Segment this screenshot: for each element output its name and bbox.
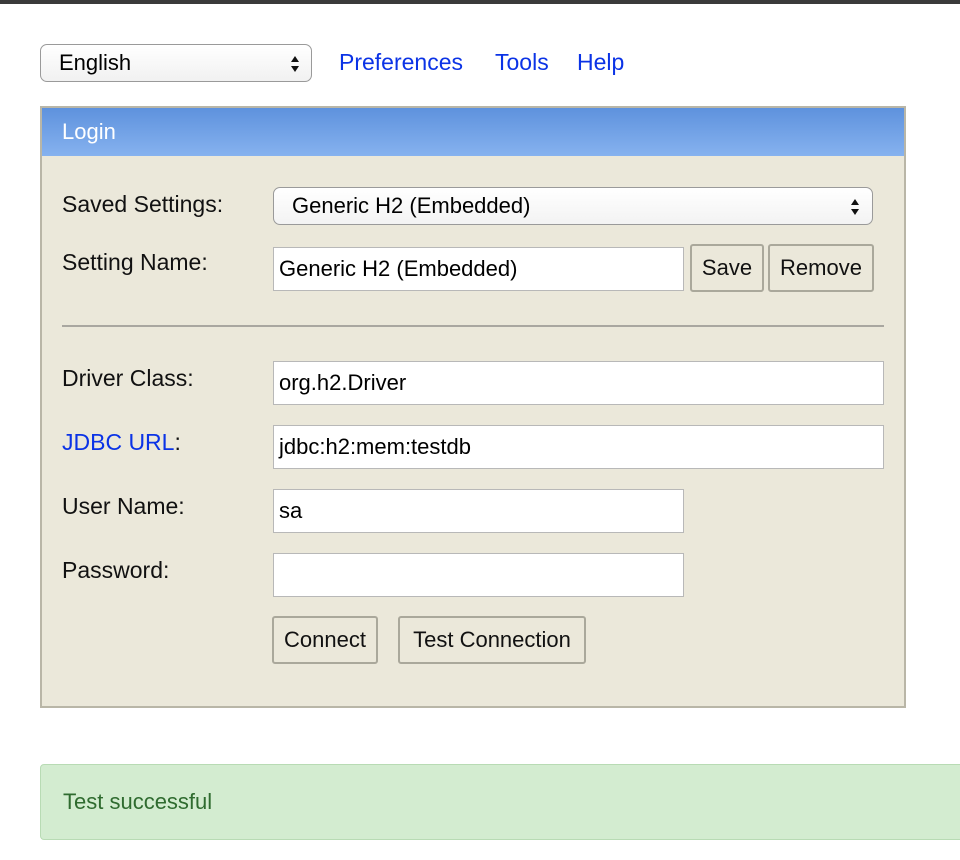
driver-class-input[interactable]: org.h2.Driver: [273, 361, 884, 405]
remove-button[interactable]: Remove: [768, 244, 874, 292]
status-message: Test successful: [40, 764, 960, 840]
tools-link[interactable]: Tools: [495, 47, 549, 77]
jdbc-url-label-suffix: :: [174, 429, 181, 455]
saved-settings-label: Saved Settings:: [62, 191, 224, 217]
help-link[interactable]: Help: [577, 47, 624, 77]
jdbc-url-label: JDBC URL:: [62, 427, 181, 457]
updown-arrows-icon: [850, 197, 860, 217]
setting-name-input[interactable]: Generic H2 (Embedded): [273, 247, 684, 291]
language-select[interactable]: English: [40, 44, 312, 82]
driver-class-label: Driver Class:: [62, 365, 194, 391]
save-button[interactable]: Save: [690, 244, 764, 292]
setting-name-label: Setting Name:: [62, 249, 208, 275]
password-input[interactable]: [273, 553, 684, 597]
jdbc-url-input[interactable]: jdbc:h2:mem:testdb: [273, 425, 884, 469]
divider: [62, 325, 884, 327]
preferences-link[interactable]: Preferences: [339, 47, 463, 77]
saved-settings-select[interactable]: Generic H2 (Embedded): [273, 187, 873, 225]
jdbc-url-help-link[interactable]: JDBC URL: [62, 429, 174, 455]
test-connection-button[interactable]: Test Connection: [398, 616, 586, 664]
saved-settings-value: Generic H2 (Embedded): [292, 193, 531, 218]
language-select-value: English: [59, 50, 132, 75]
login-panel-title: Login: [42, 108, 904, 156]
user-name-label: User Name:: [62, 493, 185, 519]
user-name-input[interactable]: sa: [273, 489, 684, 533]
password-label: Password:: [62, 557, 170, 583]
login-panel: Login Saved Settings: Generic H2 (Embedd…: [40, 106, 906, 708]
updown-arrows-icon: [290, 54, 300, 74]
connect-button[interactable]: Connect: [272, 616, 378, 664]
top-border: [0, 0, 960, 4]
